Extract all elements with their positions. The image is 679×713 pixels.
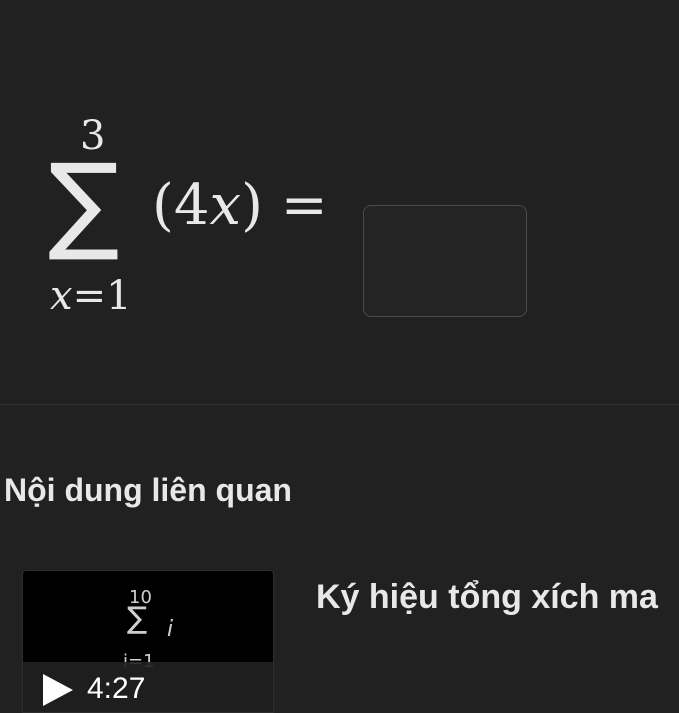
play-icon	[43, 674, 73, 706]
section-divider	[0, 404, 679, 405]
sigma-symbol: ∑	[48, 141, 120, 264]
thumbnail-sigma: ∑	[127, 601, 148, 636]
expression-variable: x	[209, 173, 242, 238]
expression-close: )	[241, 173, 263, 238]
related-content-heading: Nội dung liên quan	[4, 472, 292, 508]
equals-sign: =	[280, 173, 328, 238]
thumbnail-sigma-drawing: 10 ∑ i i=1	[121, 581, 201, 672]
video-duration: 4:27	[87, 672, 146, 705]
related-video-title[interactable]: Ký hiệu tổng xích ma	[316, 578, 658, 617]
sum-lower-value: =1	[72, 273, 132, 319]
sum-lower-limit: x=1	[50, 276, 132, 316]
related-video-thumbnail[interactable]: 10 ∑ i i=1 4:27	[22, 570, 274, 713]
expression-open: (4	[152, 173, 210, 238]
sum-index-variable: x	[50, 273, 73, 319]
exercise-page: 3 ∑ x=1 (4x) = Nội dung liên quan 10 ∑ i…	[0, 0, 679, 713]
answer-input[interactable]	[363, 205, 527, 317]
thumbnail-term: i	[167, 617, 174, 642]
video-duration-bar: 4:27	[23, 662, 273, 712]
problem-area: 3 ∑ x=1 (4x) =	[0, 0, 679, 405]
sum-expression: (4x) =	[152, 178, 328, 234]
